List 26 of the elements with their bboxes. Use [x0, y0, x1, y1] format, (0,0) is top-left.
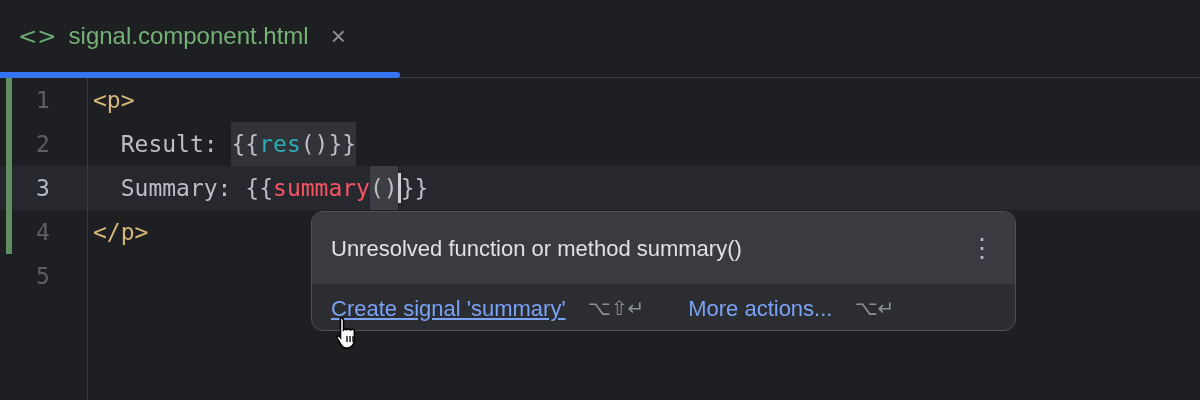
function-name: res: [259, 122, 301, 166]
more-options-button[interactable]: ⋮: [969, 228, 995, 268]
line-number: 5: [35, 261, 51, 291]
close-button[interactable]: ×: [330, 16, 346, 56]
code-text: Summary:: [119, 174, 233, 203]
tab-title: signal.component.html: [68, 21, 309, 51]
line-number: 1: [35, 85, 51, 115]
code-text: {{: [245, 174, 274, 203]
code-text: Result:: [119, 130, 219, 159]
file-tab[interactable]: <> signal.component.html ×: [0, 0, 1200, 72]
code-text: {{: [231, 122, 260, 166]
shortcut-text: ⌥⇧↵: [587, 295, 645, 322]
code-text: }}: [400, 174, 429, 203]
shortcut-text: ⌥↵: [854, 295, 895, 322]
code-text: (): [369, 166, 398, 210]
line-number: 2: [35, 129, 51, 159]
code-text: ()}}: [300, 122, 357, 166]
html-tag: </p>: [93, 210, 149, 254]
line-number: 3: [35, 173, 51, 203]
html-tag: <p>: [93, 78, 135, 122]
action-link[interactable]: Create signal 'summary': [331, 291, 566, 325]
popup-message: Unresolved function or method summary(): [331, 234, 742, 263]
line-number: 4: [35, 217, 51, 247]
html-file-icon: <>: [18, 18, 57, 54]
action-link[interactable]: More actions...: [688, 291, 833, 325]
unresolved-function: summary: [273, 174, 370, 203]
